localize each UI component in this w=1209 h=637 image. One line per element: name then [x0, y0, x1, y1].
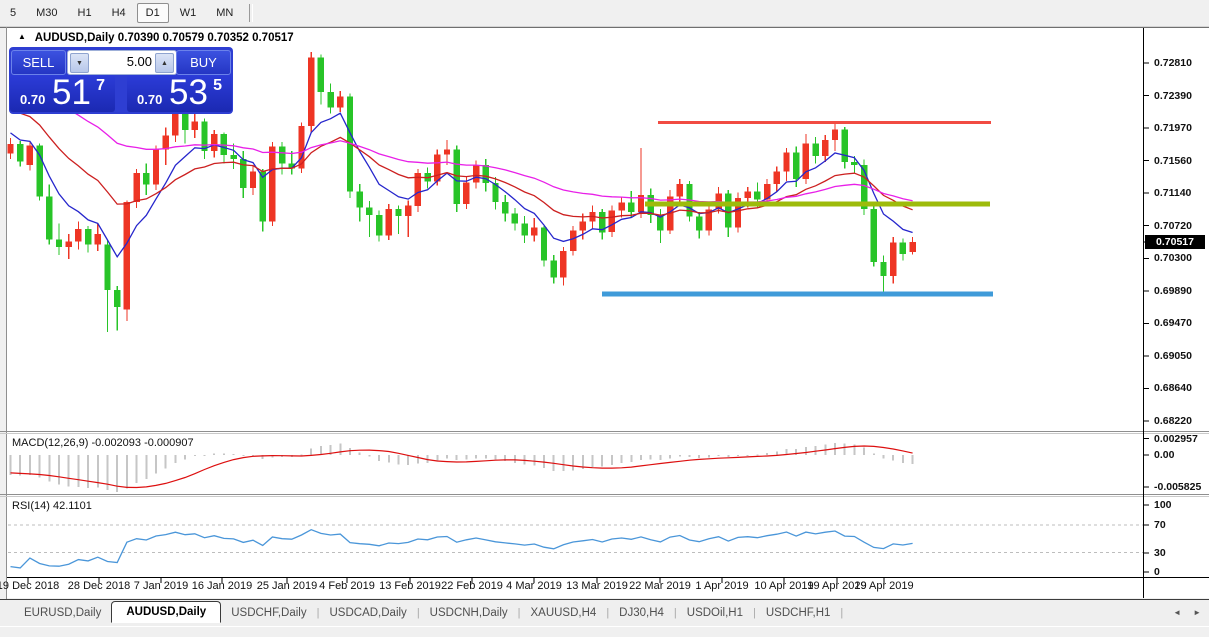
- price-tick-label: 0.72810: [1154, 57, 1192, 69]
- buy-price-prefix: 0.70: [137, 92, 162, 107]
- tab-usdchf-h1[interactable]: USDCHF,H1: [756, 603, 841, 623]
- rsi-scale-label: 0: [1154, 566, 1160, 578]
- date-tick-label: 13 Mar 2019: [566, 580, 628, 592]
- volume-field[interactable]: ▼ 5.00 ▲: [67, 50, 177, 75]
- volume-decrease-button[interactable]: ▼: [70, 53, 89, 73]
- date-tick-label: 4 Mar 2019: [506, 580, 562, 592]
- price-tick-label: 0.69050: [1154, 350, 1192, 362]
- price-tick-label: 0.68640: [1154, 382, 1192, 394]
- price-tick-label: 0.69470: [1154, 317, 1192, 329]
- panel-collapse-icon[interactable]: ▲: [18, 32, 26, 41]
- tab-audusd-daily[interactable]: AUDUSD,Daily: [111, 601, 221, 623]
- tab-xauusd-h4[interactable]: XAUUSD,H4: [520, 603, 606, 623]
- tab-usdchf-daily[interactable]: USDCHF,Daily: [221, 603, 316, 623]
- macd-scale-label: -0.005825: [1154, 481, 1201, 493]
- sell-price-pip: 7: [96, 77, 105, 95]
- ohlc-readout: 0.70390 0.70579 0.70352 0.70517: [118, 32, 294, 44]
- date-tick-label: 28 Dec 2018: [68, 580, 130, 592]
- tab-usdcnh-daily[interactable]: USDCNH,Daily: [420, 603, 518, 623]
- date-tick-label: 16 Jan 2019: [192, 580, 253, 592]
- tab-separator: |: [840, 607, 843, 619]
- tab-dj30-h4[interactable]: DJ30,H4: [609, 603, 674, 623]
- date-tick-label: 7 Jan 2019: [134, 580, 188, 592]
- rsi-scale-label: 30: [1154, 547, 1166, 559]
- tab-scroll-right-icon[interactable]: ►: [1193, 608, 1201, 617]
- price-tick-label: 0.70300: [1154, 252, 1192, 264]
- price-tick-label: 0.71560: [1154, 155, 1192, 167]
- chart-symbol-title: ▲ AUDUSD,Daily 0.70390 0.70579 0.70352 0…: [18, 32, 294, 44]
- macd-scale-label: 0.00: [1154, 449, 1174, 461]
- buy-button[interactable]: BUY: [176, 50, 231, 75]
- symbol-name: AUDUSD,Daily: [35, 32, 115, 44]
- chart-tab-bar: EURUSD,DailyAUDUSD,DailyUSDCHF,Daily|USD…: [0, 600, 1209, 627]
- buy-price-display[interactable]: 0.70 53 5: [127, 75, 232, 112]
- rsi-scale-label: 100: [1154, 499, 1172, 511]
- date-tick-label: 13 Feb 2019: [379, 580, 441, 592]
- sell-price-display[interactable]: 0.70 51 7: [10, 75, 115, 112]
- price-tick-label: 0.69890: [1154, 285, 1192, 297]
- price-tick-label: 0.72390: [1154, 90, 1192, 102]
- date-tick-label: 29 Apr 2019: [854, 580, 913, 592]
- tab-usdcad-daily[interactable]: USDCAD,Daily: [319, 603, 416, 623]
- rsi-indicator-label: RSI(14) 42.1101: [12, 500, 92, 512]
- volume-value: 5.00: [127, 54, 152, 69]
- one-click-trade-panel: SELL ▼ 5.00 ▲ BUY 0.70 51 7 0.70 53 5: [9, 47, 233, 114]
- date-tick-label: 4 Feb 2019: [319, 580, 375, 592]
- price-tick-label: 0.71140: [1154, 187, 1191, 199]
- tab-scroll-left-icon[interactable]: ◄: [1173, 608, 1181, 617]
- current-price-tag: 0.70517: [1145, 235, 1205, 249]
- date-tick-label: 19 Dec 2018: [0, 580, 59, 592]
- tab-scroll-arrows: ◄ ►: [1173, 608, 1201, 617]
- sell-price-digits: 51: [52, 73, 91, 113]
- tab-eurusd-daily[interactable]: EURUSD,Daily: [14, 603, 111, 623]
- tab-usdoil-h1[interactable]: USDOil,H1: [677, 603, 753, 623]
- volume-increase-button[interactable]: ▲: [155, 53, 174, 73]
- date-tick-label: 22 Mar 2019: [629, 580, 691, 592]
- macd-indicator-label: MACD(12,26,9) -0.002093 -0.000907: [12, 437, 194, 449]
- sell-price-prefix: 0.70: [20, 92, 45, 107]
- macd-scale-label: 0.002957: [1154, 433, 1198, 445]
- mt4-trading-app: { "toolbar": {"items": ["5", "M30", "H1"…: [0, 0, 1209, 632]
- price-tick-label: 0.68220: [1154, 415, 1192, 427]
- date-tick-label: 1 Apr 2019: [695, 580, 748, 592]
- sell-button[interactable]: SELL: [11, 50, 66, 75]
- rsi-scale-label: 70: [1154, 519, 1166, 531]
- date-tick-label: 10 Apr 2019: [754, 580, 813, 592]
- price-tick-label: 0.71970: [1154, 122, 1192, 134]
- date-tick-label: 22 Feb 2019: [441, 580, 503, 592]
- buy-price-digits: 53: [169, 73, 208, 113]
- price-tick-label: 0.70720: [1154, 220, 1192, 232]
- date-tick-label: 25 Jan 2019: [257, 580, 318, 592]
- buy-price-pip: 5: [213, 77, 222, 95]
